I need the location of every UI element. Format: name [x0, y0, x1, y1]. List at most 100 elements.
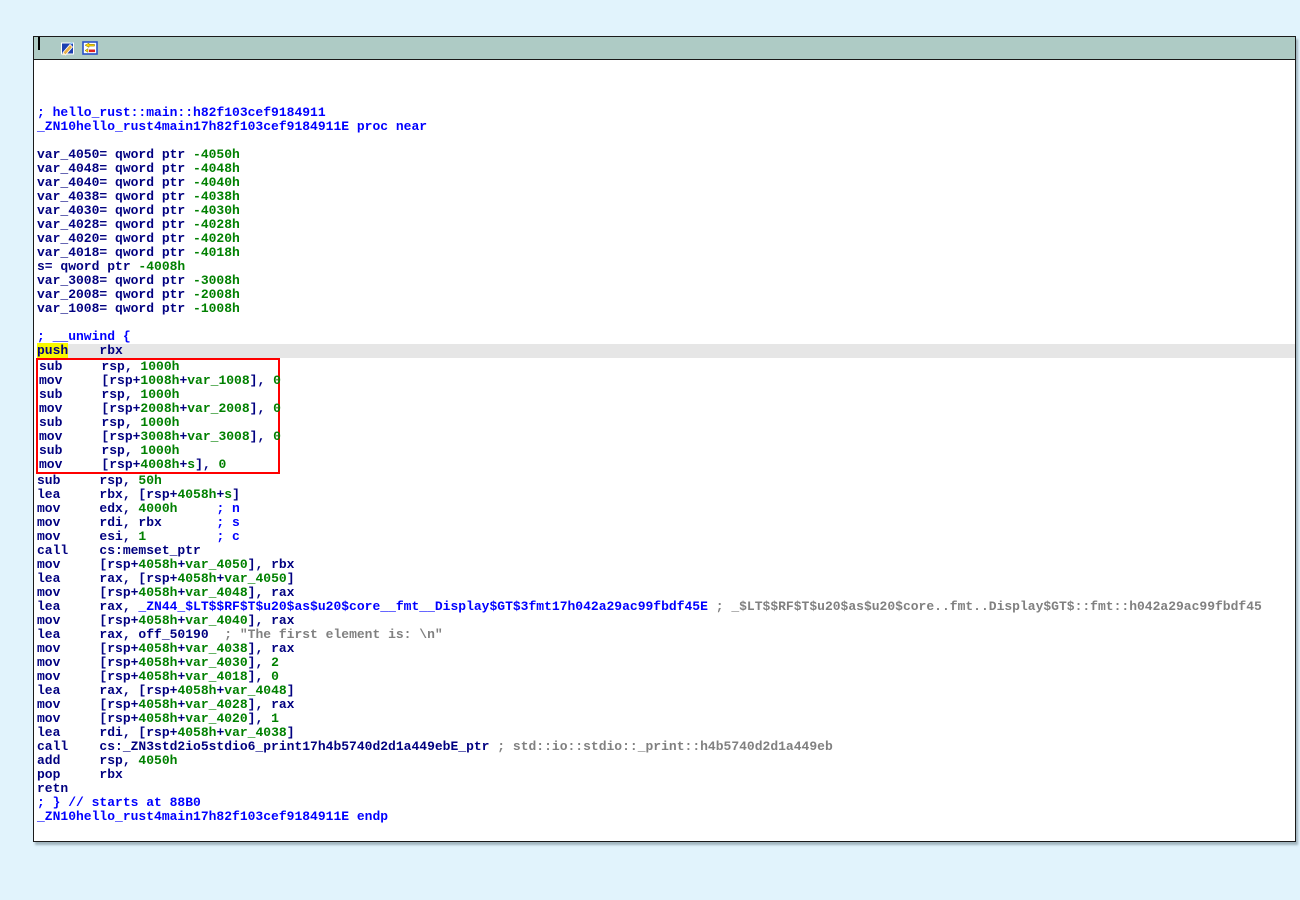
asm-segment: var_4018= qword ptr [37, 245, 193, 260]
asm-line[interactable]: pop rbx [37, 768, 1295, 782]
asm-line[interactable] [37, 134, 1295, 148]
asm-segment: var_2008= qword ptr [37, 287, 193, 302]
asm-line[interactable]: mov esi, 1 ; c [37, 530, 1295, 544]
asm-line[interactable]: retn [37, 782, 1295, 796]
asm-line[interactable]: mov [rsp+1008h+var_1008], 0 [38, 374, 278, 388]
asm-segment: var_4038 [224, 725, 286, 740]
asm-segment: var_1008= qword ptr [37, 301, 193, 316]
asm-segment: mov [rsp+ [37, 613, 138, 628]
asm-segment: 1000h [140, 415, 179, 430]
asm-segment: call cs:memset_ptr [37, 543, 201, 558]
asm-line[interactable]: mov [rsp+4008h+s], 0 [38, 458, 278, 472]
asm-line[interactable]: var_1008= qword ptr -1008h [37, 302, 1295, 316]
asm-line[interactable]: ; } // starts at 88B0 [37, 796, 1295, 810]
asm-line[interactable]: mov [rsp+4058h+var_4040], rax [37, 614, 1295, 628]
asm-segment: var_1008 [187, 373, 249, 388]
asm-line[interactable]: var_4020= qword ptr -4020h [37, 232, 1295, 246]
asm-line[interactable]: sub rsp, 50h [37, 474, 1295, 488]
asm-line[interactable]: var_4028= qword ptr -4028h [37, 218, 1295, 232]
asm-segment: 2 [271, 655, 279, 670]
asm-segment: lea rax, [rsp+ [37, 683, 177, 698]
asm-line[interactable]: lea rax, [rsp+4058h+var_4050] [37, 572, 1295, 586]
asm-segment: 4058h [138, 655, 177, 670]
asm-line[interactable]: var_4038= qword ptr -4038h [37, 190, 1295, 204]
asm-line[interactable]: mov [rsp+4058h+var_4038], rax [37, 642, 1295, 656]
asm-segment: mov [rsp+ [37, 557, 138, 572]
asm-segment: mov [rsp+ [39, 457, 140, 472]
asm-line[interactable]: mov [rsp+2008h+var_2008], 0 [38, 402, 278, 416]
asm-segment: 1000h [140, 359, 179, 374]
asm-line[interactable]: var_3008= qword ptr -3008h [37, 274, 1295, 288]
asm-segment: mov [rsp+ [37, 669, 138, 684]
asm-line[interactable]: sub rsp, 1000h [38, 388, 278, 402]
asm-line[interactable]: sub rsp, 1000h [38, 416, 278, 430]
asm-segment: push [37, 343, 68, 358]
asm-line[interactable]: lea rbx, [rsp+4058h+s] [37, 488, 1295, 502]
asm-line[interactable] [37, 64, 1295, 78]
asm-line[interactable]: mov [rsp+4058h+var_4030], 2 [37, 656, 1295, 670]
asm-line[interactable]: sub rsp, 1000h [38, 360, 278, 374]
asm-segment: -4040h [193, 175, 240, 190]
asm-segment: ; n [177, 501, 239, 516]
asm-line[interactable]: var_4040= qword ptr -4040h [37, 176, 1295, 190]
asm-segment: 3008h [140, 429, 179, 444]
asm-segment: sub rsp, [37, 473, 138, 488]
asm-segment: -4028h [193, 217, 240, 232]
asm-line[interactable]: lea rdi, [rsp+4058h+var_4038] [37, 726, 1295, 740]
asm-segment: -3008h [193, 273, 240, 288]
asm-segment: ], [250, 429, 273, 444]
disassembly-window: ; hello_rust::main::h82f103cef9184911_ZN… [33, 36, 1296, 842]
asm-line[interactable]: _ZN10hello_rust4main17h82f103cef9184911E… [37, 120, 1295, 134]
asm-line[interactable]: var_4050= qword ptr -4050h [37, 148, 1295, 162]
asm-line[interactable]: mov [rsp+3008h+var_3008], 0 [38, 430, 278, 444]
asm-segment: 4058h [138, 585, 177, 600]
asm-line[interactable] [37, 316, 1295, 330]
asm-line[interactable]: mov [rsp+4058h+var_4048], rax [37, 586, 1295, 600]
asm-segment: 4058h [177, 487, 216, 502]
asm-segment: lea rax, [rsp+ [37, 571, 177, 586]
asm-line[interactable]: s= qword ptr -4008h [37, 260, 1295, 274]
asm-segment: var_3008 [187, 429, 249, 444]
asm-segment: 1000h [140, 443, 179, 458]
asm-segment: sub rsp, [39, 359, 140, 374]
colors-palette-icon[interactable] [38, 40, 54, 56]
asm-line[interactable]: ; hello_rust::main::h82f103cef9184911 [37, 106, 1295, 120]
asm-segment: -4008h [138, 259, 185, 274]
asm-line[interactable]: mov rdi, rbx ; s [37, 516, 1295, 530]
asm-segment: var_4038= qword ptr [37, 189, 193, 204]
asm-line[interactable]: var_4030= qword ptr -4030h [37, 204, 1295, 218]
asm-line[interactable]: mov [rsp+4058h+var_4020], 1 [37, 712, 1295, 726]
asm-segment: -1008h [193, 301, 240, 316]
asm-segment: mov [rsp+ [39, 429, 140, 444]
asm-segment: lea rdi, [rsp+ [37, 725, 177, 740]
asm-line[interactable] [37, 92, 1295, 106]
asm-line[interactable]: _ZN10hello_rust4main17h82f103cef9184911E… [37, 810, 1295, 824]
asm-line[interactable]: mov [rsp+4058h+var_4050], rbx [37, 558, 1295, 572]
asm-line[interactable]: lea rax, [rsp+4058h+var_4048] [37, 684, 1295, 698]
asm-line[interactable]: ; __unwind { [37, 330, 1295, 344]
asm-segment: ; hello_rust::main::h82f103cef9184911 [37, 105, 326, 120]
asm-line[interactable]: call cs:_ZN3std2io5stdio6_print17h4b5740… [37, 740, 1295, 754]
asm-line[interactable]: var_4048= qword ptr -4048h [37, 162, 1295, 176]
asm-segment: ] [287, 683, 295, 698]
asm-segment: var_4020 [185, 711, 247, 726]
asm-line[interactable]: lea rax, _ZN44_$LT$$RF$T$u20$as$u20$core… [37, 600, 1295, 614]
asm-line[interactable]: sub rsp, 1000h [38, 444, 278, 458]
asm-line[interactable]: var_2008= qword ptr -2008h [37, 288, 1295, 302]
edit-pencil-icon[interactable] [60, 40, 76, 56]
asm-segment: ], [195, 457, 218, 472]
asm-line[interactable]: add rsp, 4050h [37, 754, 1295, 768]
jump-navigate-icon[interactable] [82, 40, 98, 56]
asm-segment: var_4030 [185, 655, 247, 670]
asm-line[interactable]: mov [rsp+4058h+var_4028], rax [37, 698, 1295, 712]
asm-line[interactable]: lea rax, off_50190 ; "The first element … [37, 628, 1295, 642]
asm-line[interactable]: mov [rsp+4058h+var_4018], 0 [37, 670, 1295, 684]
asm-line[interactable]: mov edx, 4000h ; n [37, 502, 1295, 516]
asm-line[interactable] [37, 78, 1295, 92]
asm-line[interactable]: call cs:memset_ptr [37, 544, 1295, 558]
asm-line[interactable]: var_4018= qword ptr -4018h [37, 246, 1295, 260]
asm-line[interactable]: push rbx [37, 344, 1295, 358]
asm-segment: call cs:_ZN3std2io5stdio6_print17h4b5740… [37, 739, 489, 754]
asm-segment: mov [rsp+ [39, 373, 140, 388]
palette-gradient [38, 36, 40, 50]
